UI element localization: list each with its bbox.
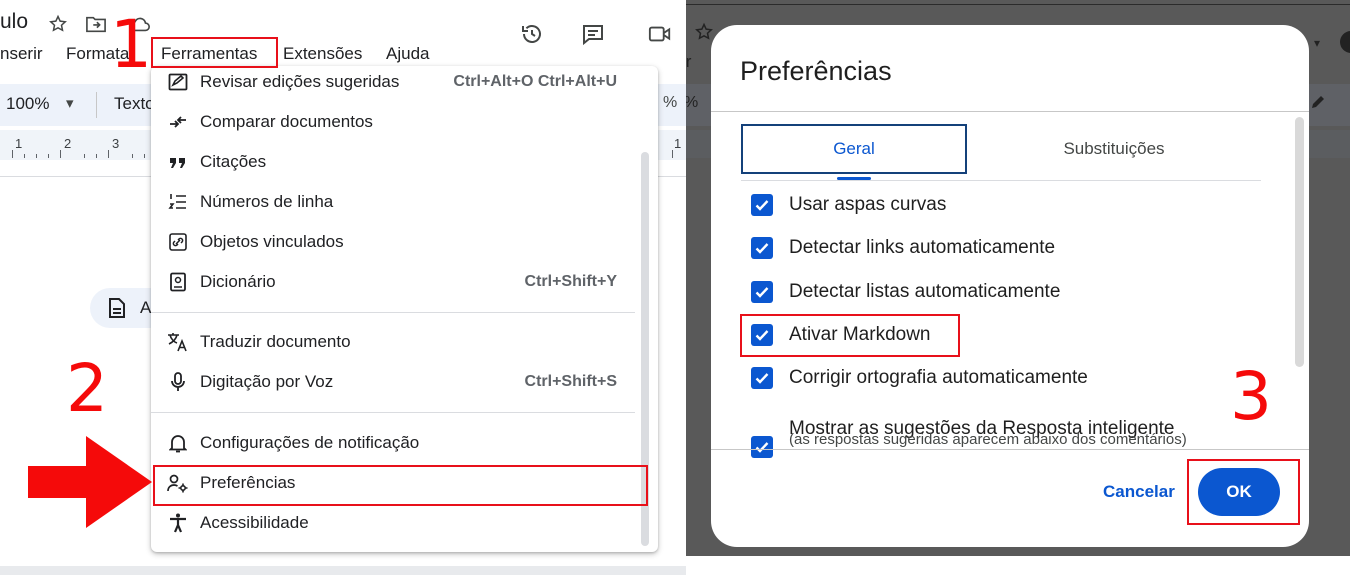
step-one-label: 1	[110, 6, 152, 83]
menu-item-label: Objetos vinculados	[200, 232, 344, 251]
background-dropdown-icon: ▾	[1314, 36, 1321, 50]
chip-text: A	[140, 298, 152, 317]
background-percent: %	[686, 94, 698, 112]
microphone-icon	[167, 371, 189, 393]
checkbox-checked-icon[interactable]	[751, 237, 773, 259]
zoom-dropdown-icon[interactable]: ▾	[66, 94, 74, 112]
cancel-button[interactable]: Cancelar	[1103, 482, 1175, 502]
menu-item-digitacao-voz[interactable]: Digitação por Voz Ctrl+Shift+S	[151, 362, 631, 402]
bell-icon	[167, 432, 189, 454]
star-icon[interactable]	[46, 12, 70, 36]
menu-divider	[151, 412, 635, 413]
checkbox-checked-icon[interactable]	[751, 194, 773, 216]
menu-item-label: Comparar documentos	[200, 112, 373, 131]
style-select[interactable]: Texto	[114, 94, 155, 114]
window-bottom-strip	[686, 556, 1350, 575]
menu-item-label: Configurações de notificação	[200, 433, 420, 452]
menu-item-label: Digitação por Voz	[200, 372, 334, 391]
menu-item-label: Revisar edições sugeridas	[200, 72, 400, 91]
toolbar-divider	[96, 92, 97, 118]
checkbox-checked-icon[interactable]	[751, 281, 773, 303]
tabs-divider	[741, 180, 1261, 181]
option-detectar-listas[interactable]: Detectar listas automaticamente	[751, 281, 1060, 303]
zoom-select[interactable]: 100%	[6, 94, 49, 114]
menu-extensoes[interactable]: Extensões	[283, 44, 362, 64]
menu-item-revisar[interactable]: Revisar edições sugeridas Ctrl+Alt+O Ctr…	[151, 62, 631, 102]
highlight-preferencias	[153, 465, 648, 506]
step-two-label: 2	[66, 350, 108, 427]
active-tab-indicator	[837, 177, 871, 180]
menu-item-objetos[interactable]: Objetos vinculados	[151, 222, 631, 262]
highlight-ok	[1187, 459, 1300, 525]
quote-icon	[167, 151, 189, 173]
dialog-scrollbar[interactable]	[1295, 117, 1304, 367]
move-to-folder-icon[interactable]	[84, 12, 108, 36]
bottom-bar	[0, 566, 686, 575]
docs-window: ulo nserir Formatar Ferramentas Extensõe…	[0, 0, 686, 575]
menu-item-shortcut: Ctrl+Shift+S	[524, 373, 617, 390]
line-numbers-icon	[167, 191, 189, 213]
step-three-label: 3	[1230, 358, 1272, 435]
menu-item-label: Números de linha	[200, 192, 334, 211]
meet-icon[interactable]	[648, 22, 672, 46]
option-subtext: (as respostas sugeridas aparecem abaixo …	[789, 431, 1187, 448]
option-aspas-curvas[interactable]: Usar aspas curvas	[751, 194, 946, 216]
red-arrow-icon	[28, 436, 152, 533]
option-label: Detectar listas automaticamente	[789, 281, 1061, 302]
menu-item-shortcut: Ctrl+Shift+Y	[524, 273, 617, 290]
menu-divider	[151, 312, 635, 313]
checkbox-checked-icon[interactable]	[751, 436, 773, 458]
menu-item-label: Traduzir documento	[200, 332, 351, 351]
translate-icon	[167, 331, 189, 353]
document-title[interactable]: ulo	[0, 10, 28, 34]
toolbar-percent: %	[663, 94, 678, 111]
menu-item-shortcut: Ctrl+Alt+O Ctrl+Alt+U	[453, 73, 617, 90]
menu-item-dicionario[interactable]: Dicionário Ctrl+Shift+Y	[151, 262, 631, 302]
menu-item-comparar[interactable]: Comparar documentos	[151, 102, 631, 142]
menu-item-label: Dicionário	[200, 272, 276, 291]
ruler-number: 3	[112, 136, 120, 151]
background-menu-fragment: ir	[686, 52, 692, 71]
option-label: Usar aspas curvas	[789, 194, 947, 215]
option-label: Corrigir ortografia automaticamente	[789, 367, 1088, 388]
option-corrigir-ortografia[interactable]: Corrigir ortografia automaticamente	[751, 367, 1088, 389]
dialog-footer-divider	[711, 449, 1309, 450]
dialog-title: Preferências	[740, 56, 892, 86]
linked-objects-icon	[167, 231, 189, 253]
accessibility-icon	[167, 512, 189, 534]
preferences-window: ir % ▾ Preferências Geral Substituições …	[686, 0, 1350, 575]
compare-icon	[167, 111, 189, 133]
comments-icon[interactable]	[581, 22, 605, 46]
document-icon	[108, 298, 126, 323]
menu-item-acessibilidade[interactable]: Acessibilidade	[151, 503, 631, 543]
ruler-number: 1	[15, 136, 23, 151]
checkbox-checked-icon[interactable]	[751, 367, 773, 389]
review-edits-icon	[167, 71, 189, 93]
menu-item-label: Acessibilidade	[200, 513, 309, 532]
background-edit-icon	[1310, 94, 1326, 115]
menu-item-notificacoes[interactable]: Configurações de notificação	[151, 423, 631, 463]
history-icon[interactable]	[520, 22, 544, 46]
option-label: Detectar links automaticamente	[789, 237, 1056, 258]
menu-item-label: Citações	[200, 152, 267, 171]
window-top-edge	[686, 4, 1350, 5]
tab-substituicoes[interactable]: Substituições	[971, 124, 1257, 174]
dialog-header-divider	[711, 111, 1309, 112]
menu-item-citacoes[interactable]: Citações	[151, 142, 631, 182]
tab-geral[interactable]: Geral	[741, 124, 967, 174]
menu-item-numeros-linha[interactable]: Números de linha	[151, 182, 631, 222]
menu-inserir[interactable]: nserir	[0, 44, 43, 64]
option-detectar-links[interactable]: Detectar links automaticamente	[751, 237, 1055, 259]
background-account-icon	[1339, 30, 1350, 59]
ruler-number: 1	[674, 136, 682, 151]
ruler-number: 2	[64, 136, 72, 151]
menu-ajuda[interactable]: Ajuda	[386, 44, 429, 64]
highlight-ferramentas	[151, 37, 278, 68]
highlight-markdown	[740, 314, 960, 357]
menu-item-traduzir[interactable]: Traduzir documento	[151, 322, 631, 362]
dictionary-icon	[167, 271, 189, 293]
